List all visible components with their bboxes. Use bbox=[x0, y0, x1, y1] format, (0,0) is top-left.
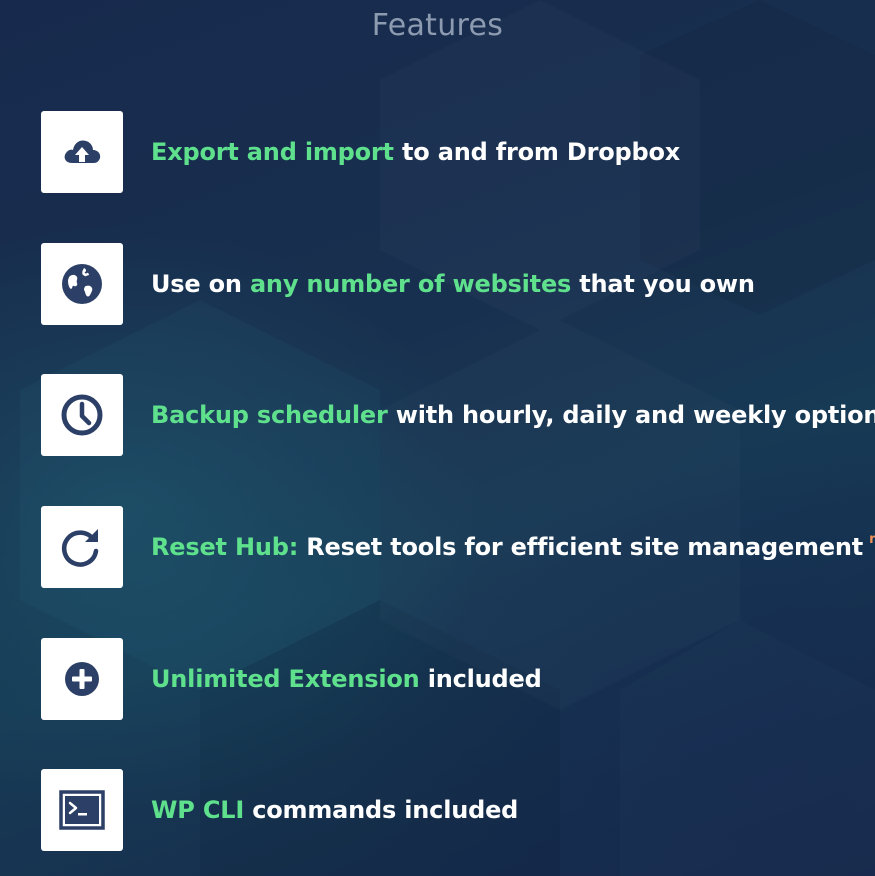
feature-post: included bbox=[419, 665, 542, 693]
feature-icon-box bbox=[41, 506, 123, 588]
feature-highlight: WP CLI bbox=[151, 796, 245, 824]
feature-post: with hourly, daily and weekly options bbox=[387, 401, 875, 429]
cloud-upload-icon bbox=[64, 140, 101, 163]
feature-item-backup-scheduler: Backup scheduler with hourly, daily and … bbox=[41, 374, 875, 456]
feature-pre: Use on bbox=[151, 270, 250, 298]
feature-highlight: Export and import bbox=[151, 138, 394, 166]
feature-item-reset-hub: Reset Hub: Reset tools for efficient sit… bbox=[41, 506, 875, 588]
feature-text: Backup scheduler with hourly, daily and … bbox=[151, 401, 875, 429]
plus-circle-icon bbox=[65, 662, 99, 696]
page-title: Features bbox=[371, 8, 504, 43]
feature-post: Reset tools for efficient site managemen… bbox=[298, 533, 864, 561]
feature-icon-box bbox=[41, 374, 123, 456]
clock-icon bbox=[61, 394, 103, 436]
terminal-icon bbox=[59, 790, 105, 830]
feature-text: Export and import to and from Dropbox bbox=[151, 138, 680, 166]
feature-text: WP CLI commands included bbox=[151, 796, 518, 824]
feature-text: Use on any number of websites that you o… bbox=[151, 270, 755, 298]
feature-item-wp-cli: WP CLI commands included bbox=[41, 769, 518, 851]
feature-text: Reset Hub: Reset tools for efficient sit… bbox=[151, 532, 875, 561]
feature-highlight: Backup scheduler bbox=[151, 401, 388, 429]
feature-icon-box bbox=[41, 243, 123, 325]
feature-highlight: Reset Hub: bbox=[151, 533, 299, 561]
feature-post: that you own bbox=[571, 270, 755, 298]
feature-text: Unlimited Extension included bbox=[151, 665, 542, 693]
feature-post: to and from Dropbox bbox=[393, 138, 681, 166]
feature-item-export-import: Export and import to and from Dropbox bbox=[41, 111, 680, 193]
feature-highlight: Unlimited Extension bbox=[151, 665, 420, 693]
feature-post: commands included bbox=[244, 796, 519, 824]
refresh-icon bbox=[61, 529, 99, 567]
new-badge: new bbox=[869, 532, 875, 547]
feature-icon-box bbox=[41, 111, 123, 193]
feature-icon-box bbox=[41, 769, 123, 851]
feature-icon-box bbox=[41, 638, 123, 720]
globe-icon bbox=[62, 264, 102, 304]
feature-highlight: any number of websites bbox=[249, 270, 572, 298]
feature-item-unlimited-extension: Unlimited Extension included bbox=[41, 638, 542, 720]
feature-item-websites: Use on any number of websites that you o… bbox=[41, 243, 755, 325]
